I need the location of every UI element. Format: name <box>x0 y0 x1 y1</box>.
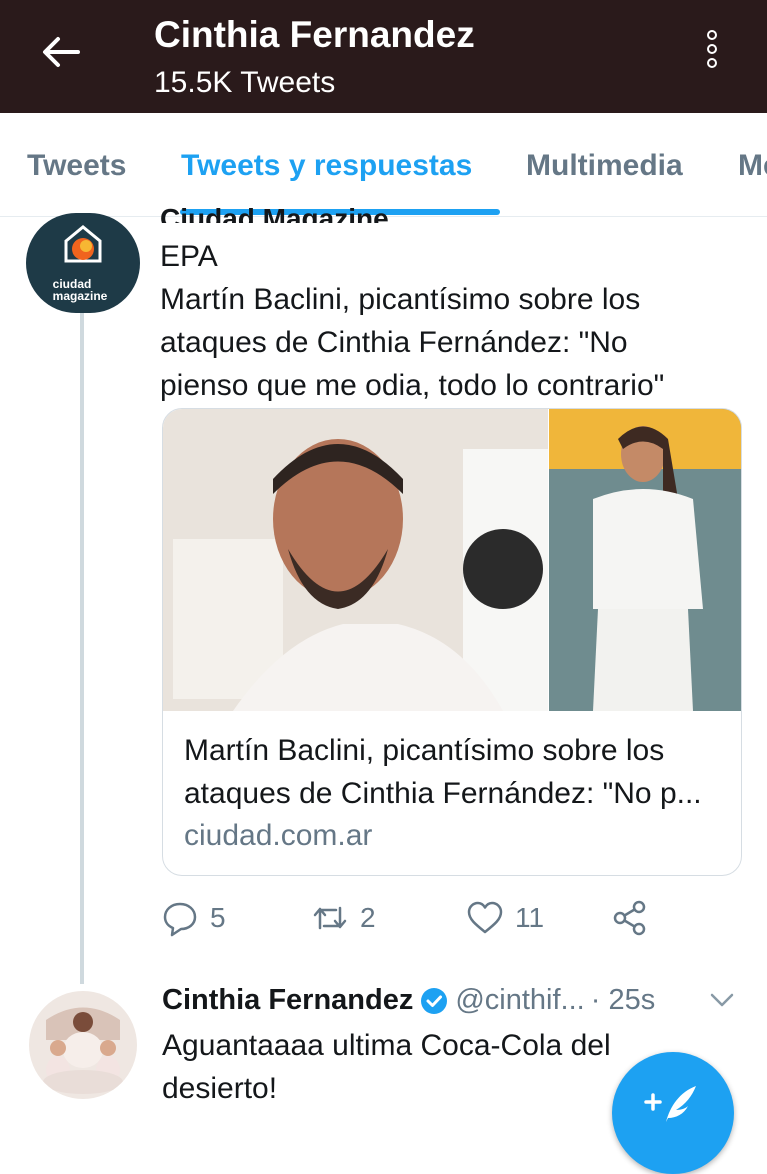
tweet-count: 15.5K Tweets <box>154 66 336 99</box>
link-card[interactable]: Martín Baclini, picantísimo sobre los at… <box>162 408 742 876</box>
profile-name: Cinthia Fernandez <box>154 14 475 55</box>
card-image <box>163 409 741 711</box>
verified-badge-icon <box>421 987 448 1014</box>
reply-button[interactable]: 5 <box>160 895 226 941</box>
profile-tabs: Tweets Tweets y respuestas Multimedia Me <box>0 113 767 217</box>
heart-icon <box>467 901 503 934</box>
tab-media[interactable]: Multimedia <box>526 149 683 183</box>
tab-tweets-and-replies[interactable]: Tweets y respuestas <box>181 149 472 183</box>
more-vertical-icon[interactable] <box>700 30 724 84</box>
ciudad-magazine-avatar[interactable]: ciudad magazine <box>26 213 140 313</box>
cinthia-fernandez-avatar[interactable] <box>26 990 140 1100</box>
compose-tweet-button[interactable] <box>612 1052 734 1174</box>
card-title: Martín Baclini, picantísimo sobre los at… <box>184 734 702 810</box>
author-handle[interactable]: @cinthif... <box>455 984 584 1017</box>
tweet-actions: 5 2 11 <box>160 895 720 945</box>
chevron-down-icon[interactable] <box>706 984 738 1016</box>
profile-header: Cinthia Fernandez 15.5K Tweets <box>0 0 767 113</box>
compose-quill-icon <box>644 1086 696 1122</box>
tweet-text: Aguantaaaa ultima Coca-Cola del desierto… <box>162 1029 611 1105</box>
reply-icon <box>163 902 197 937</box>
card-domain: ciudad.com.ar <box>184 819 373 852</box>
tweet-time: · 25s <box>590 984 656 1016</box>
reply-count: 5 <box>210 902 226 933</box>
like-count: 11 <box>515 902 545 933</box>
arrow-left-icon[interactable] <box>38 30 82 74</box>
tab-likes[interactable]: Me <box>738 149 767 183</box>
share-icon <box>613 900 646 936</box>
tab-tweets[interactable]: Tweets <box>27 149 126 183</box>
retweet-count: 2 <box>360 902 376 933</box>
tweet-header: Cinthia Fernandez @cinthif... · 25s <box>162 984 655 1017</box>
tweet-author-partial: Ciudad Magazine <box>160 203 389 223</box>
thread-connector <box>80 304 84 984</box>
retweet-button[interactable]: 2 <box>310 895 376 941</box>
retweet-icon <box>313 906 347 930</box>
author-name[interactable]: Cinthia Fernandez <box>162 984 413 1017</box>
tweet-text: EPA Martín Baclini, picantísimo sobre lo… <box>160 240 665 402</box>
like-button[interactable]: 11 <box>465 895 544 941</box>
svg-text:magazine: magazine <box>53 289 108 303</box>
share-button[interactable] <box>610 895 650 941</box>
